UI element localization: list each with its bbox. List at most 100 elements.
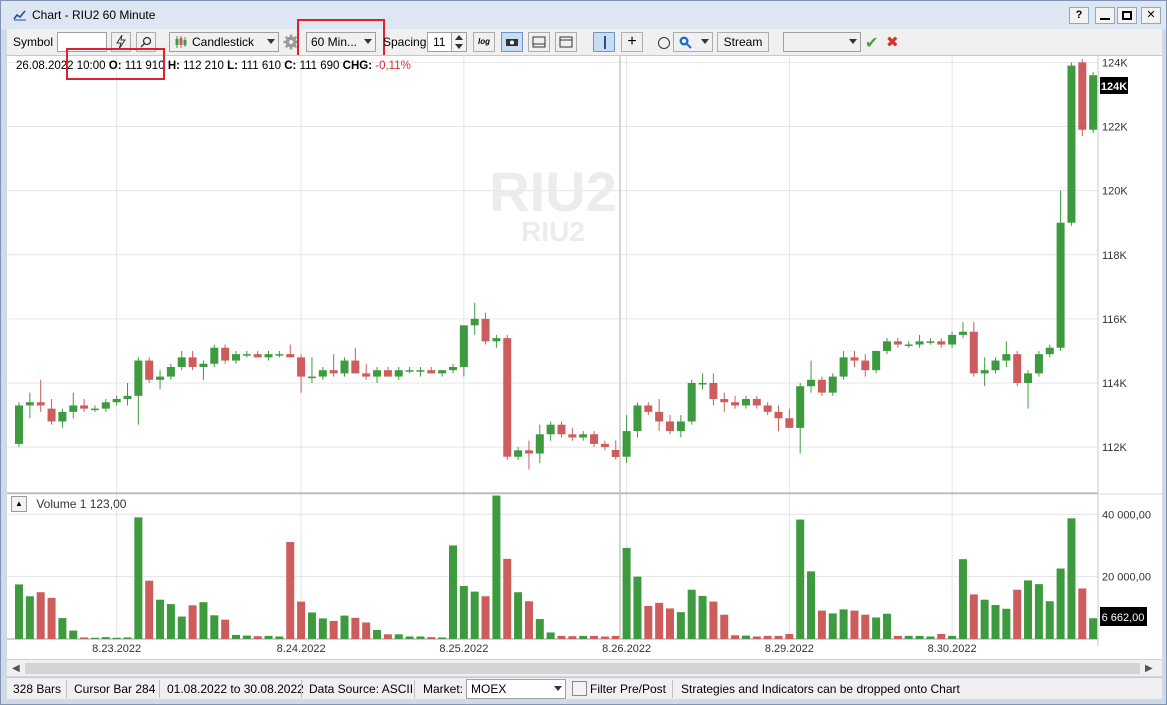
chevron-down-icon bbox=[267, 39, 275, 44]
volume-bar bbox=[828, 613, 837, 639]
scroll-thumb[interactable] bbox=[25, 663, 1140, 674]
volume-bar bbox=[275, 636, 284, 639]
candle-body bbox=[796, 386, 805, 428]
volume-axis: 20 000,00 40 000,00 bbox=[1102, 509, 1151, 583]
volume-bar bbox=[633, 576, 642, 639]
volume-bar bbox=[481, 596, 490, 639]
volume-bar bbox=[1045, 601, 1054, 639]
chart-style-select[interactable]: Candlestick bbox=[169, 32, 279, 52]
volume-bar bbox=[763, 635, 772, 639]
candle-body bbox=[177, 357, 186, 367]
candle-body bbox=[655, 411, 664, 422]
volume-bar bbox=[47, 597, 56, 639]
volume-bar bbox=[850, 610, 859, 639]
price-tag: 124K bbox=[1101, 81, 1127, 93]
volume-bar bbox=[926, 636, 935, 639]
status-source: Data Source: ASCII bbox=[309, 682, 414, 696]
stream-button[interactable]: Stream bbox=[717, 32, 769, 52]
date-axis: 8.23.2022 8.24.2022 8.25.2022 8.26.2022 8.29… bbox=[92, 643, 976, 655]
candle-body bbox=[69, 405, 78, 412]
scroll-left-icon[interactable]: ◀ bbox=[12, 663, 20, 674]
candle-body bbox=[600, 443, 609, 448]
close-button[interactable]: ✕ bbox=[1141, 7, 1161, 24]
candle-body bbox=[210, 347, 219, 364]
camera-icon bbox=[506, 39, 518, 46]
info-close-value: 111 690 bbox=[299, 60, 340, 72]
maximize-button[interactable] bbox=[1117, 7, 1137, 24]
volume-bar bbox=[893, 635, 902, 639]
volume-bar bbox=[297, 601, 306, 639]
info-high-value: 112 210 bbox=[183, 60, 224, 72]
camera-button[interactable] bbox=[501, 32, 523, 52]
volume-bar bbox=[36, 592, 45, 639]
volume-header: ▲ Volume 1 123,00 bbox=[11, 496, 126, 512]
panel-top-button[interactable] bbox=[555, 32, 577, 52]
volume-bar bbox=[524, 601, 533, 639]
volume-bar bbox=[405, 636, 414, 639]
spinner-arrows[interactable] bbox=[451, 33, 466, 51]
volume-bar bbox=[427, 637, 436, 639]
chart-window: Chart - RIU2 60 Minute ? ✕ Symbol Candle… bbox=[0, 0, 1167, 705]
volume-bar bbox=[69, 630, 78, 639]
candle-body bbox=[232, 354, 240, 361]
candle-body bbox=[1045, 347, 1054, 355]
x-icon[interactable]: ✖ bbox=[886, 33, 899, 51]
volume-bar bbox=[807, 571, 816, 639]
help-button[interactable]: ? bbox=[1069, 7, 1089, 24]
volume-bar bbox=[676, 612, 685, 639]
title-bar[interactable]: Chart - RIU2 60 Minute ? ✕ bbox=[1, 1, 1166, 29]
log-scale-button[interactable]: log bbox=[473, 32, 495, 52]
volume-bar bbox=[611, 635, 620, 639]
candle-body bbox=[666, 421, 674, 432]
spacing-stepper[interactable]: 11 bbox=[427, 32, 467, 52]
market-select[interactable]: MOEX bbox=[466, 679, 566, 699]
candle-body bbox=[774, 411, 783, 419]
candle-body bbox=[861, 360, 870, 371]
candle-body bbox=[123, 395, 132, 400]
volume-bar bbox=[839, 609, 848, 639]
volume-bar bbox=[861, 614, 870, 639]
cursor-line-button[interactable] bbox=[593, 32, 615, 52]
chart-area[interactable]: RIU2 RIU2 112K 114K 116K 118K 120K 122K 124K 2… bbox=[7, 48, 1162, 660]
volume-bar bbox=[123, 637, 132, 639]
candle-body bbox=[470, 318, 479, 326]
candle-body bbox=[275, 354, 284, 356]
candle-body bbox=[253, 354, 262, 358]
candle-body bbox=[611, 450, 620, 458]
info-chg-label: CHG: bbox=[342, 60, 373, 72]
minimize-button[interactable] bbox=[1095, 7, 1115, 24]
volume-bar bbox=[286, 542, 295, 639]
volume-bar bbox=[958, 559, 967, 639]
volume-bar bbox=[1024, 580, 1033, 639]
volume-label: Volume 1 123,00 bbox=[36, 497, 127, 511]
candle-body bbox=[166, 366, 175, 377]
volume-bar bbox=[232, 634, 240, 639]
candle-body bbox=[1024, 373, 1033, 383]
candle-body bbox=[383, 370, 392, 377]
volume-bar bbox=[210, 615, 219, 639]
candle-body bbox=[579, 434, 588, 438]
candle-body bbox=[839, 357, 848, 377]
candle-body bbox=[221, 347, 230, 361]
search-icon bbox=[679, 36, 692, 49]
chart-canvas[interactable]: RIU2 RIU2 112K 114K 116K 118K 120K 122K 124K 2… bbox=[7, 56, 1162, 660]
horizontal-scrollbar[interactable]: ◀ ▶ bbox=[7, 659, 1162, 676]
crosshair-button[interactable]: + bbox=[621, 32, 643, 52]
volume-bar bbox=[666, 608, 674, 639]
candle-body bbox=[286, 354, 295, 358]
collapse-panel-button[interactable]: ▲ bbox=[11, 496, 27, 512]
candle-body bbox=[676, 421, 685, 432]
circle-tool-icon[interactable] bbox=[658, 37, 670, 49]
volume-bar bbox=[687, 589, 696, 639]
minimize-icon bbox=[1100, 18, 1110, 20]
candle-body bbox=[156, 376, 165, 380]
candle-body bbox=[872, 350, 881, 371]
volume-bar bbox=[579, 635, 588, 639]
filter-checkbox[interactable] bbox=[572, 681, 587, 696]
scroll-right-icon[interactable]: ▶ bbox=[1145, 663, 1153, 674]
search-tool-button[interactable] bbox=[673, 32, 713, 52]
panel-bottom-button[interactable] bbox=[528, 32, 550, 52]
candle-body bbox=[90, 408, 99, 411]
strategy-select[interactable] bbox=[783, 32, 861, 52]
check-icon[interactable]: ✔ bbox=[865, 33, 878, 53]
